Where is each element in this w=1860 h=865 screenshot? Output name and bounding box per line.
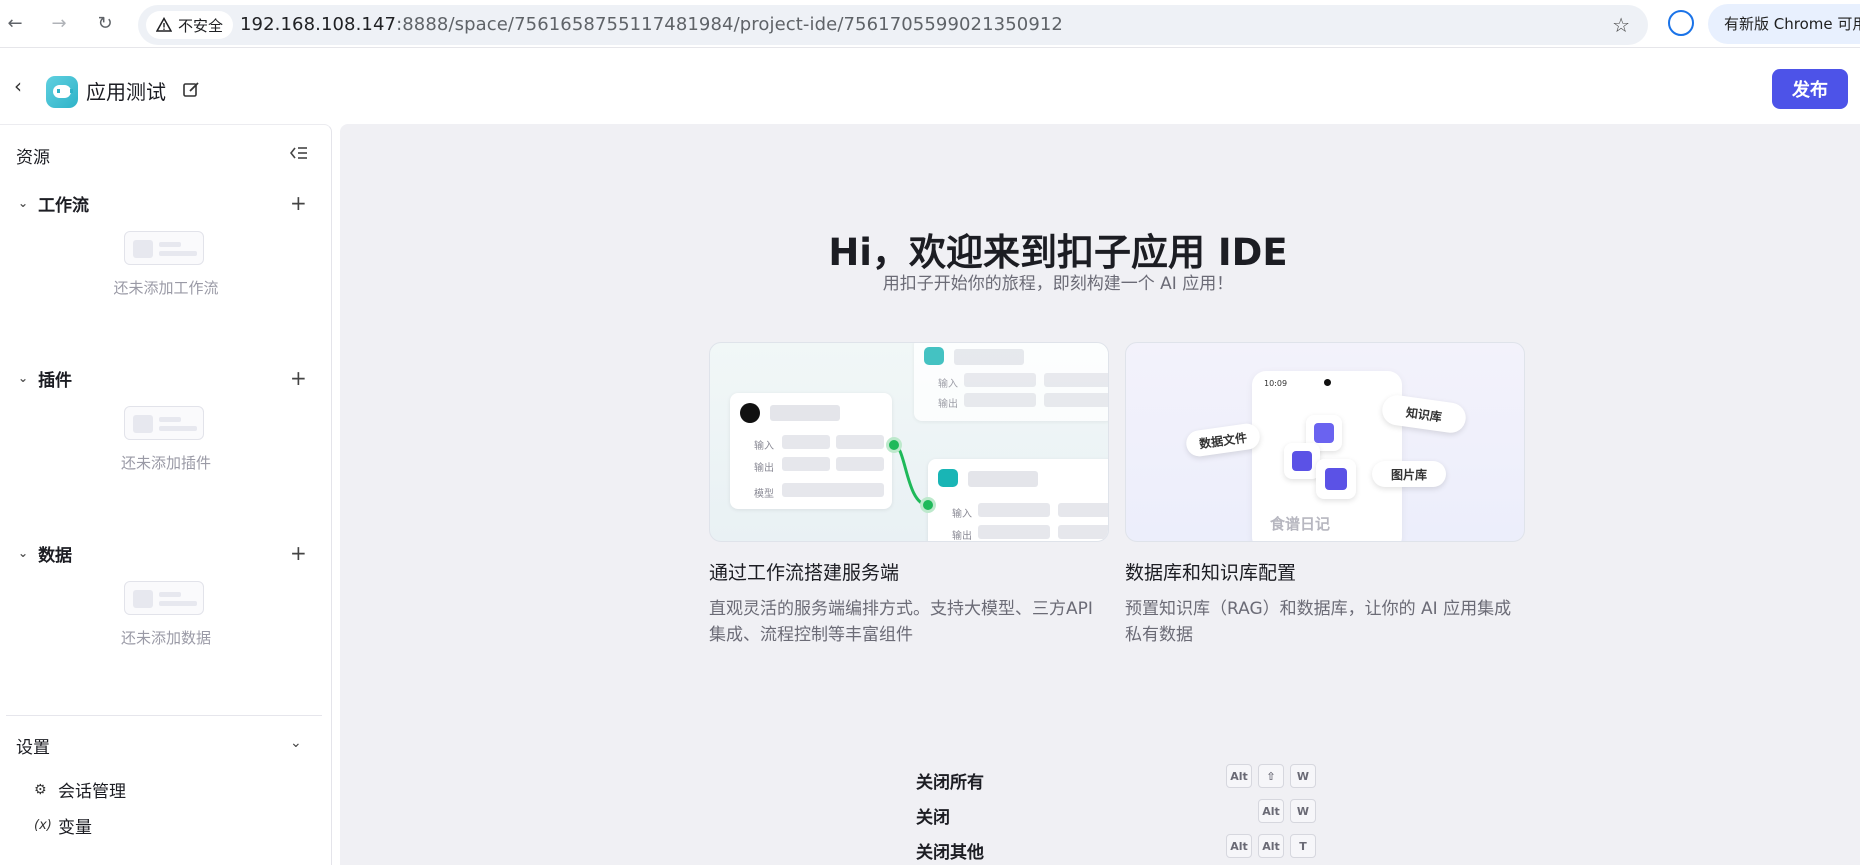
security-label: 不安全 bbox=[178, 16, 224, 35]
url-text[interactable]: 192.168.108.147:8888/space/7561658755117… bbox=[240, 5, 1063, 45]
data-empty-text: 还未添加数据 bbox=[120, 629, 211, 647]
edit-icon[interactable] bbox=[182, 81, 200, 99]
welcome-panel: Hi，欢迎来到扣子应用 IDE 用扣子开始你的旅程，即刻构建一个 AI 应用！ … bbox=[340, 124, 1860, 865]
forward-arrow-icon[interactable]: → bbox=[46, 10, 72, 36]
phone-time: 10:09 bbox=[1264, 379, 1288, 388]
data-file-pill: 数据文件 bbox=[1184, 421, 1262, 459]
empty-placeholder-icon bbox=[124, 406, 204, 440]
welcome-title: Hi，欢迎来到扣子应用 IDE bbox=[828, 231, 1288, 274]
shortcut-key: Alt bbox=[1258, 834, 1284, 858]
empty-placeholder-icon bbox=[124, 581, 204, 615]
phone-app-title: 食谱日记 bbox=[1270, 515, 1331, 533]
database-illustration: 10:09 食谱日记 数据文件 知识库 图片库 bbox=[1125, 342, 1525, 542]
chevron-down-icon: ⌄ bbox=[18, 196, 29, 210]
database-card-title: 数据库和知识库配置 bbox=[1125, 562, 1297, 584]
shortcut-key: W bbox=[1290, 799, 1316, 823]
app-logo-icon bbox=[46, 76, 78, 108]
connection-line bbox=[893, 443, 929, 507]
chevron-down-icon: ⌄ bbox=[18, 546, 29, 560]
connection-port bbox=[886, 437, 902, 453]
workflow-group-header[interactable]: ⌄ 工作流 bbox=[18, 191, 90, 216]
document-icon bbox=[1284, 443, 1320, 479]
shortcut-close: 关闭 bbox=[916, 808, 950, 828]
warning-icon bbox=[156, 17, 172, 32]
welcome-subtitle: 用扣子开始你的旅程，即刻构建一个 AI 应用！ bbox=[882, 274, 1234, 294]
workflow-empty-text: 还未添加工作流 bbox=[113, 279, 219, 297]
shortcut-close-all: 关闭所有 bbox=[916, 773, 984, 793]
app-title: 应用测试 bbox=[86, 80, 166, 104]
shortcut-key: W bbox=[1290, 764, 1316, 788]
collapse-sidebar-icon[interactable] bbox=[290, 145, 308, 161]
settings-item-label: 会话管理 bbox=[58, 782, 126, 802]
shortcut-close-others: 关闭其他 bbox=[916, 843, 984, 863]
data-group-label: 数据 bbox=[38, 545, 73, 566]
app-header: ‹ 应用测试 发布 bbox=[0, 48, 1860, 124]
connection-port bbox=[920, 497, 936, 513]
chat-settings-icon: ⚙ bbox=[34, 781, 47, 798]
workflow-card-desc: 直观灵活的服务端编排方式。支持大模型、三方API集成、流程控制等丰富组件 bbox=[709, 599, 1093, 645]
back-arrow-icon[interactable]: ← bbox=[2, 10, 28, 36]
divider bbox=[6, 715, 322, 716]
bookmark-star-icon[interactable]: ☆ bbox=[1612, 13, 1630, 37]
back-chevron-icon[interactable]: ‹ bbox=[14, 74, 22, 98]
chevron-down-icon: ⌄ bbox=[18, 371, 29, 385]
settings-item-variable[interactable]: (x) 变量 bbox=[34, 813, 92, 838]
chevron-down-icon[interactable]: ⌄ bbox=[290, 735, 302, 751]
sidebar-title: 资源 bbox=[16, 148, 50, 168]
reload-icon[interactable]: ↻ bbox=[92, 10, 118, 36]
shortcut-key: T bbox=[1290, 834, 1316, 858]
settings-item-label: 变量 bbox=[58, 818, 92, 838]
resource-sidebar: 资源 ⌄ 工作流 + 还未添加工作流 ⌄ 插件 + 还未添加插件 ⌄ 数据 + 还未添… bbox=[0, 124, 332, 865]
shortcut-key: Alt bbox=[1226, 834, 1252, 858]
security-chip[interactable]: 不安全 bbox=[146, 11, 234, 39]
add-data-icon[interactable]: + bbox=[290, 541, 307, 565]
profile-icon[interactable] bbox=[1668, 10, 1694, 36]
variable-icon: (x) bbox=[34, 818, 52, 833]
database-card-desc: 预置知识库（RAG）和数据库，让你的 AI 应用集成私有数据 bbox=[1125, 599, 1512, 645]
image-icon bbox=[1316, 459, 1356, 499]
browser-toolbar: ← → ↻ 不安全 192.168.108.147:8888/space/756… bbox=[0, 0, 1860, 48]
plugin-group-label: 插件 bbox=[38, 370, 73, 391]
shortcut-key: Alt bbox=[1226, 764, 1252, 788]
phone-mockup: 10:09 食谱日记 bbox=[1252, 371, 1402, 541]
empty-placeholder-icon bbox=[124, 231, 204, 265]
data-group-header[interactable]: ⌄ 数据 bbox=[18, 541, 73, 566]
image-library-pill: 图片库 bbox=[1372, 461, 1446, 487]
add-workflow-icon[interactable]: + bbox=[290, 191, 307, 215]
url-path: :8888/space/7561658755117481984/project-… bbox=[396, 14, 1063, 35]
shortcut-key: Alt bbox=[1258, 799, 1284, 823]
address-bar[interactable]: 不安全 192.168.108.147:8888/space/756165875… bbox=[138, 5, 1648, 45]
plugin-empty-text: 还未添加插件 bbox=[120, 454, 211, 472]
workflow-illustration: 输入 输出 输入 输出 模型 输入 输出 bbox=[709, 342, 1109, 542]
settings-header[interactable]: 设置 bbox=[16, 733, 50, 758]
settings-item-conversation[interactable]: ⚙ 会话管理 bbox=[34, 777, 126, 803]
plugin-group-header[interactable]: ⌄ 插件 bbox=[18, 366, 73, 391]
camera-dot bbox=[1324, 379, 1331, 386]
shortcut-key: ⇧ bbox=[1258, 764, 1284, 788]
workflow-card-title: 通过工作流搭建服务端 bbox=[709, 562, 900, 584]
chrome-update-button[interactable]: 有新版 Chrome 可用 bbox=[1708, 4, 1860, 44]
publish-button[interactable]: 发布 bbox=[1772, 69, 1848, 109]
add-plugin-icon[interactable]: + bbox=[290, 366, 307, 390]
url-host: 192.168.108.147 bbox=[240, 14, 397, 35]
workflow-group-label: 工作流 bbox=[38, 195, 90, 216]
